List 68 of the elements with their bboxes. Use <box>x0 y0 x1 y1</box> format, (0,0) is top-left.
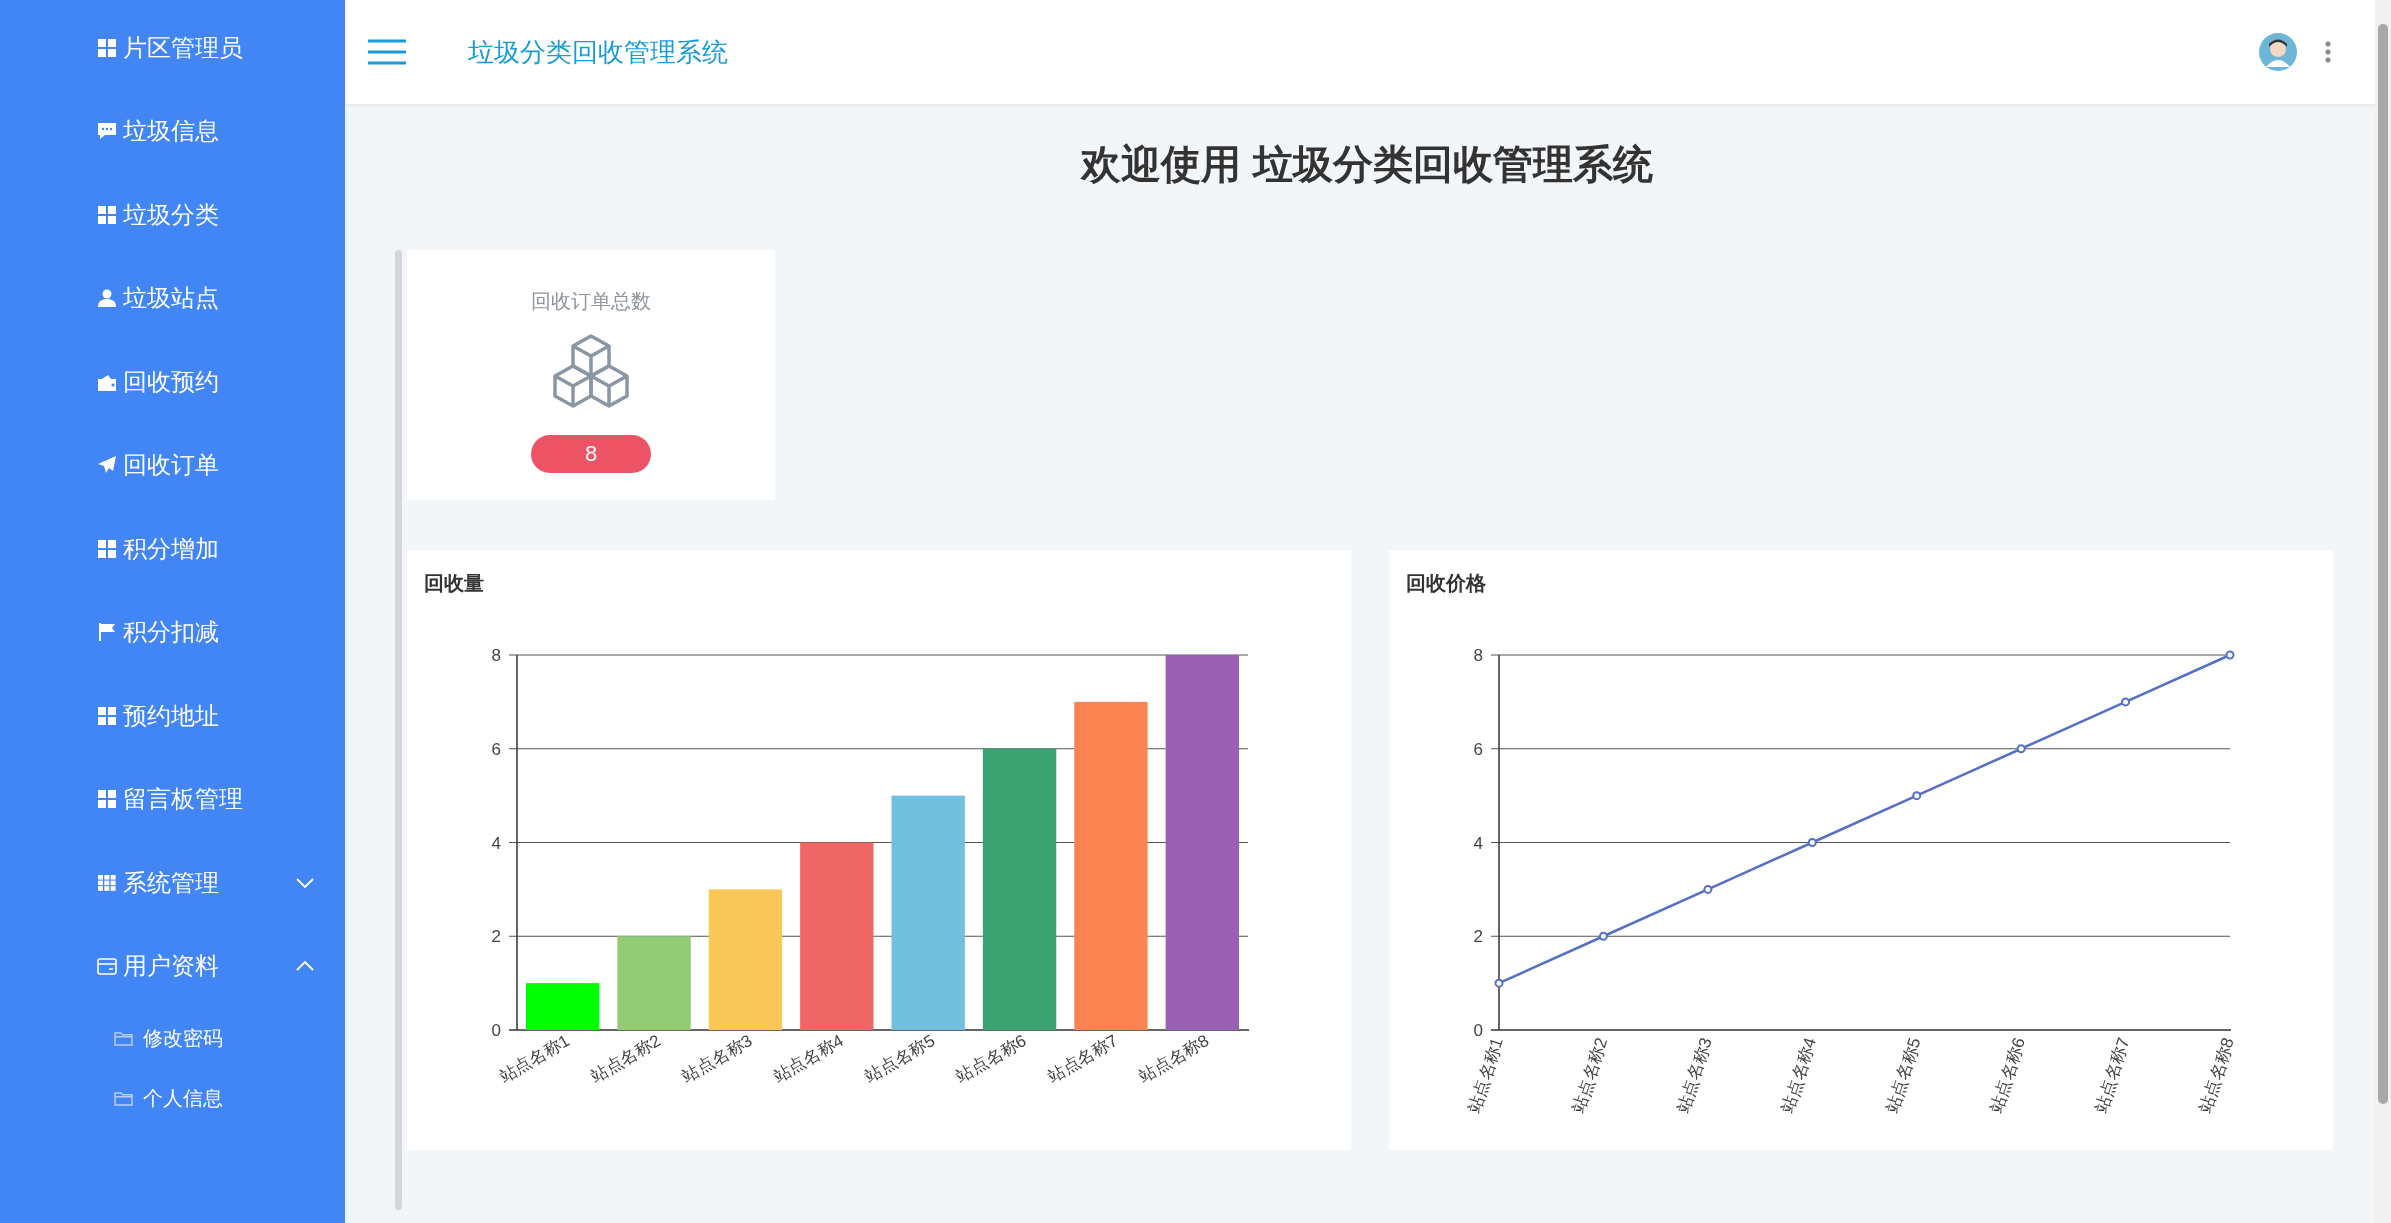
x-tick-label: 站点名称6 <box>952 1031 1030 1087</box>
grid-icon <box>97 37 117 58</box>
grid-icon <box>97 705 117 726</box>
avatar-icon[interactable] <box>2259 33 2297 71</box>
sidebar-subitem[interactable]: 修改密码 <box>0 1008 345 1068</box>
y-tick-label: 4 <box>491 833 501 853</box>
sidebar-item[interactable]: 留言板管理 <box>0 757 345 841</box>
x-tick-label: 站点名称2 <box>587 1031 665 1087</box>
flag-icon <box>97 622 117 643</box>
x-tick-label: 站点名称2 <box>1569 1035 1612 1115</box>
sidebar-item[interactable]: 片区管理员 <box>0 6 345 90</box>
sidebar-subitem[interactable]: 个人信息 <box>0 1068 345 1128</box>
x-tick-label: 站点名称4 <box>1778 1035 1821 1115</box>
y-tick-label: 4 <box>1473 833 1483 853</box>
sidebar-item[interactable]: 积分增加 <box>0 507 345 591</box>
card-icon <box>97 956 117 977</box>
folder-icon <box>114 1090 133 1106</box>
more-icon[interactable] <box>2325 41 2331 63</box>
y-tick-label: 2 <box>491 927 501 947</box>
data-point <box>1912 791 1922 801</box>
data-point <box>1703 884 1713 894</box>
x-tick-label: 站点名称3 <box>1673 1035 1716 1115</box>
y-tick-label: 0 <box>491 1021 501 1040</box>
menu-icon[interactable] <box>368 39 406 65</box>
x-tick-label: 站点名称8 <box>1135 1031 1213 1087</box>
x-tick-label: 站点名称7 <box>1044 1031 1121 1087</box>
sidebar-item[interactable]: 系统管理 <box>0 841 345 925</box>
scrollbar-thumb[interactable] <box>2378 24 2388 1104</box>
page-title: 欢迎使用 垃圾分类回收管理系统 <box>1079 141 1654 188</box>
sidebar-item[interactable]: 回收订单 <box>0 423 345 507</box>
sidebar-item[interactable]: 垃圾信息 <box>0 89 345 173</box>
chart-title: 回收量 <box>423 571 485 596</box>
data-point <box>1807 838 1817 847</box>
x-tick-label: 站点名称5 <box>861 1031 939 1087</box>
y-tick-label: 6 <box>1473 739 1483 759</box>
sidebar-item[interactable]: 回收预约 <box>0 340 345 424</box>
chat-icon <box>97 121 117 142</box>
x-tick-label: 站点名称7 <box>2091 1035 2134 1115</box>
data-point <box>2121 697 2131 707</box>
grid-icon <box>97 538 117 559</box>
data-point <box>2225 650 2235 660</box>
sidebar-item[interactable]: 用户资料 <box>0 924 345 1008</box>
sidebar-item[interactable]: 垃圾分类 <box>0 173 345 257</box>
sidebar-item[interactable]: 预约地址 <box>0 674 345 758</box>
x-tick-label: 站点名称8 <box>2195 1035 2238 1115</box>
app-title: 垃圾分类回收管理系统 <box>468 35 728 69</box>
y-tick-label: 8 <box>1473 646 1483 665</box>
y-tick-label: 6 <box>491 739 501 759</box>
scrollbar[interactable] <box>2375 0 2391 1223</box>
x-tick-label: 站点名称5 <box>1882 1035 1925 1115</box>
data-point <box>1494 978 1504 988</box>
data-point <box>2016 744 2026 754</box>
x-tick-label: 站点名称3 <box>678 1031 756 1087</box>
grid9-icon <box>97 872 117 893</box>
chart-title: 回收价格 <box>1405 571 1487 596</box>
data-point <box>1598 931 1608 941</box>
stat-title: 回收订单总数 <box>531 289 651 314</box>
count-badge: 8 <box>531 435 651 473</box>
grid-icon <box>97 789 117 810</box>
y-tick-label: 8 <box>491 646 501 665</box>
grid-icon <box>97 204 117 225</box>
person-icon <box>97 288 117 309</box>
sidebar-item[interactable]: 积分扣减 <box>0 590 345 674</box>
sidebar-item[interactable]: 垃圾站点 <box>0 256 345 340</box>
x-tick-label: 站点名称6 <box>1986 1035 2029 1115</box>
y-tick-label: 2 <box>1473 927 1483 947</box>
x-tick-label: 站点名称4 <box>770 1031 847 1087</box>
folder-icon <box>114 1030 133 1046</box>
